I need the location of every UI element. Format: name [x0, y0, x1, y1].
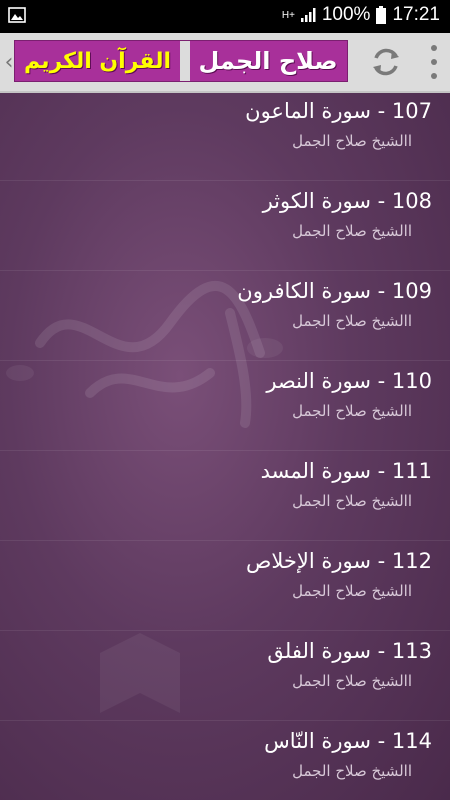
reciter-name: االشيخ صلاح الجمل	[292, 132, 412, 150]
list-item[interactable]: 107 - سورة الماعون االشيخ صلاح الجمل	[0, 93, 450, 181]
surah-title: 113 - سورة الفلق	[267, 639, 432, 663]
reciter-name: االشيخ صلاح الجمل	[292, 672, 412, 690]
clock: 17:21	[392, 4, 440, 25]
surah-title: 114 - سورة النّاس	[264, 729, 432, 753]
status-right: H+ 100% 17:21	[282, 4, 440, 26]
status-bar: H+ 100% 17:21	[0, 0, 450, 33]
list-item[interactable]: 114 - سورة النّاس االشيخ صلاح الجمل	[0, 721, 450, 800]
list-item[interactable]: 112 - سورة الإخلاص االشيخ صلاح الجمل	[0, 541, 450, 631]
gallery-notification-icon	[8, 7, 26, 23]
battery-icon	[376, 6, 387, 24]
reciter-name: االشيخ صلاح الجمل	[292, 222, 412, 240]
list-item[interactable]: 111 - سورة المسد االشيخ صلاح الجمل	[0, 451, 450, 541]
signal-icon	[300, 8, 316, 22]
overflow-dot	[431, 73, 437, 79]
banner-quran-segment: القرآن الكريم	[15, 41, 180, 81]
surah-list-panel: 107 - سورة الماعون االشيخ صلاح الجمل 108…	[0, 93, 450, 800]
refresh-icon[interactable]	[368, 44, 404, 80]
list-item[interactable]: 110 - سورة النصر االشيخ صلاح الجمل	[0, 361, 450, 451]
app-banner: القرآن الكريم صلاح الجمل	[14, 40, 348, 82]
battery-percent: 100%	[321, 4, 371, 25]
surah-title: 109 - سورة الكافرون	[237, 279, 432, 303]
surah-title: 107 - سورة الماعون	[245, 99, 432, 123]
overflow-dot	[431, 45, 437, 51]
network-type-indicator: H+	[281, 9, 295, 21]
reciter-name: االشيخ صلاح الجمل	[292, 582, 412, 600]
surah-title: 108 - سورة الكوثر	[262, 189, 432, 213]
list-item[interactable]: 108 - سورة الكوثر االشيخ صلاح الجمل	[0, 181, 450, 271]
banner-reciter-text: صلاح الجمل	[198, 47, 338, 75]
list-item[interactable]: 113 - سورة الفلق االشيخ صلاح الجمل	[0, 631, 450, 721]
banner-quran-text: القرآن الكريم	[23, 48, 172, 74]
banner-reciter-segment: صلاح الجمل	[189, 41, 347, 81]
list-item[interactable]: 109 - سورة الكافرون االشيخ صلاح الجمل	[0, 271, 450, 361]
app-toolbar: ‹ القرآن الكريم صلاح الجمل	[0, 33, 450, 93]
surah-list: 107 - سورة الماعون االشيخ صلاح الجمل 108…	[0, 93, 450, 800]
surah-title: 112 - سورة الإخلاص	[246, 549, 432, 573]
reciter-name: االشيخ صلاح الجمل	[292, 402, 412, 420]
reciter-name: االشيخ صلاح الجمل	[292, 492, 412, 510]
reciter-name: االشيخ صلاح الجمل	[292, 312, 412, 330]
reciter-name: االشيخ صلاح الجمل	[292, 762, 412, 780]
surah-title: 111 - سورة المسد	[260, 459, 432, 483]
overflow-menu-icon[interactable]	[426, 45, 442, 79]
surah-title: 110 - سورة النصر	[266, 369, 432, 393]
overflow-dot	[431, 59, 437, 65]
